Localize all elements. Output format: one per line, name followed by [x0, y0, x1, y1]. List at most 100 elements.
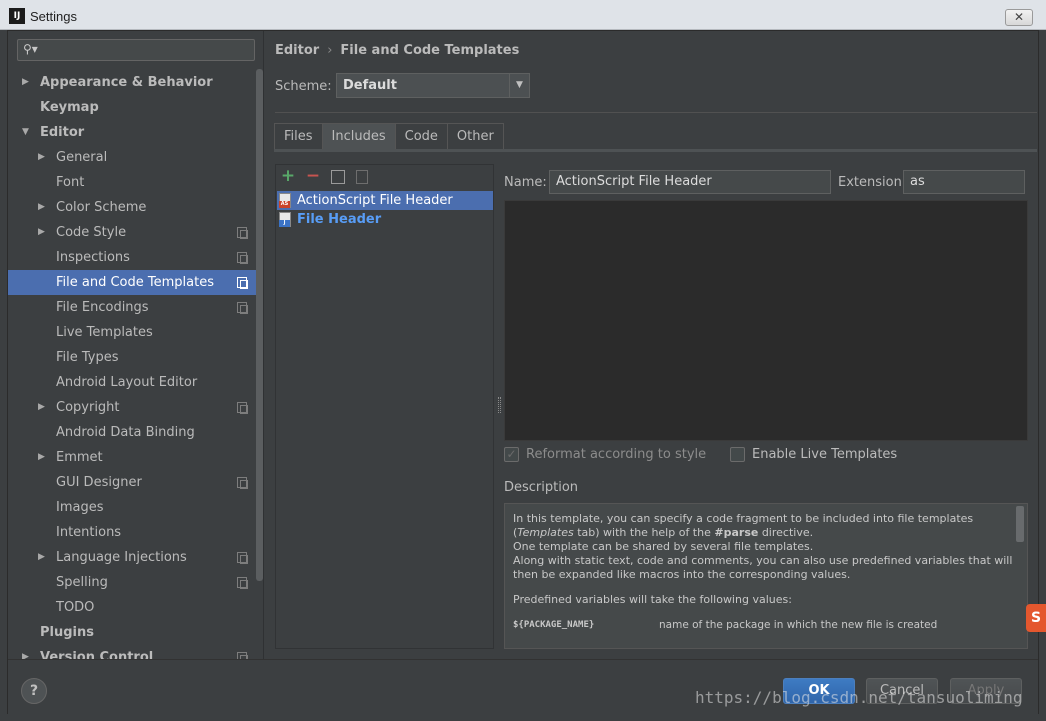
sidebar-item[interactable]: GUI Designer: [8, 470, 256, 495]
sidebar-item-label: Android Layout Editor: [56, 375, 198, 390]
settings-content: Editor › File and Code Templates Scheme: D…: [266, 31, 1038, 659]
sidebar-item-label: TODO: [56, 600, 95, 615]
intellij-app-icon: IJ: [9, 8, 25, 24]
sidebar-item-label: General: [56, 150, 108, 165]
settings-sidebar: ⚲▾ ▶ Appearance & Behavior Keymap ▼ Editor ▶ G…: [8, 31, 264, 659]
tab-includes[interactable]: Includes: [321, 123, 396, 150]
remove-template-button[interactable]: −: [304, 168, 322, 186]
extension-label: Extension:: [838, 175, 907, 190]
sidebar-item-label: Color Scheme: [56, 200, 147, 215]
templates-toolbar: + −: [276, 165, 493, 189]
template-code-editor[interactable]: [504, 200, 1028, 441]
sidebar-item-label: Keymap: [40, 100, 99, 115]
project-copy-icon: [237, 227, 248, 239]
sidebar-item[interactable]: Keymap: [8, 95, 256, 120]
corner-badge: S: [1026, 604, 1046, 632]
description-text: One template can be shared by several fi…: [513, 540, 814, 553]
help-button[interactable]: ?: [21, 678, 47, 704]
splitter-handle[interactable]: [498, 397, 501, 413]
expand-right-icon[interactable]: ▶: [38, 220, 50, 245]
sidebar-item[interactable]: ▶ Appearance & Behavior: [8, 70, 256, 95]
sidebar-item-label: Live Templates: [56, 325, 153, 340]
sidebar-item[interactable]: Plugins: [8, 620, 256, 645]
sidebar-item[interactable]: ▶ Language Injections: [8, 545, 256, 570]
expand-right-icon[interactable]: ▶: [22, 645, 34, 659]
template-label: ActionScript File Header: [297, 193, 453, 208]
copy-template-icon[interactable]: [331, 170, 345, 184]
scheme-dropdown[interactable]: Default ▼: [336, 73, 530, 98]
description-italic: Templates: [517, 526, 574, 539]
search-icon: ⚲▾: [23, 42, 38, 56]
tab-other[interactable]: Other: [446, 123, 504, 150]
sidebar-item[interactable]: Inspections: [8, 245, 256, 270]
sidebar-item[interactable]: ▶ General: [8, 145, 256, 170]
close-window-button[interactable]: ✕: [1005, 9, 1033, 26]
sidebar-item-label: Version Control: [40, 650, 154, 659]
settings-tree: ▶ Appearance & Behavior Keymap ▼ Editor ▶ Gene…: [8, 70, 256, 659]
tab-files[interactable]: Files: [274, 123, 323, 150]
breadcrumb-separator: ›: [327, 43, 333, 58]
description-paragraph-1: In this template, you can specify a code…: [513, 512, 1015, 582]
window-title: Settings: [30, 9, 77, 24]
template-list-item[interactable]: J File Header: [277, 210, 493, 229]
expand-right-icon[interactable]: ▶: [38, 445, 50, 470]
settings-search-input[interactable]: ⚲▾: [17, 39, 255, 61]
sidebar-item[interactable]: ▶ Copyright: [8, 395, 256, 420]
sidebar-item-label: Images: [56, 500, 104, 515]
sidebar-item-label: Copyright: [56, 400, 120, 415]
scheme-value: Default: [343, 78, 397, 93]
sidebar-item[interactable]: Android Data Binding: [8, 420, 256, 445]
file-template-icon: J: [279, 212, 291, 227]
scheme-label: Scheme:: [275, 79, 332, 94]
description-bold: #parse: [714, 526, 759, 539]
divider: [275, 112, 1037, 113]
add-template-button[interactable]: +: [279, 168, 297, 186]
sidebar-item[interactable]: ▶ Emmet: [8, 445, 256, 470]
expand-right-icon[interactable]: ▶: [38, 545, 50, 570]
sidebar-item[interactable]: Font: [8, 170, 256, 195]
sidebar-item-label: Editor: [40, 125, 85, 140]
sidebar-item[interactable]: ▶ Version Control: [8, 645, 256, 659]
sidebar-item[interactable]: Android Layout Editor: [8, 370, 256, 395]
template-label: File Header: [297, 212, 382, 227]
template-list-item[interactable]: AS ActionScript File Header: [277, 191, 493, 210]
expand-right-icon[interactable]: ▶: [38, 395, 50, 420]
sidebar-scrollbar[interactable]: [256, 69, 263, 581]
sidebar-item[interactable]: TODO: [8, 595, 256, 620]
expand-right-icon[interactable]: ▶: [38, 145, 50, 170]
sidebar-item-label: File Encodings: [56, 300, 149, 315]
expand-right-icon[interactable]: ▶: [22, 70, 34, 95]
sidebar-item[interactable]: Live Templates: [8, 320, 256, 345]
expand-down-icon[interactable]: ▼: [22, 120, 34, 145]
sidebar-item-label: Inspections: [56, 250, 130, 265]
reset-template-icon[interactable]: [356, 170, 368, 184]
description-text: tab) with the help of the: [573, 526, 715, 539]
sidebar-item[interactable]: ▶ Color Scheme: [8, 195, 256, 220]
description-scrollbar[interactable]: [1016, 506, 1024, 542]
expand-right-icon[interactable]: ▶: [38, 195, 50, 220]
file-type-badge: J: [279, 220, 290, 227]
project-copy-icon: [237, 577, 248, 589]
tab-underline: [274, 149, 1037, 152]
sidebar-item[interactable]: Intentions: [8, 520, 256, 545]
checkbox-box: [730, 447, 745, 462]
sidebar-item[interactable]: Images: [8, 495, 256, 520]
chevron-down-icon: ▼: [509, 74, 529, 97]
sidebar-item-label: File Types: [56, 350, 119, 365]
sidebar-item-label: GUI Designer: [56, 475, 142, 490]
sidebar-item[interactable]: Spelling: [8, 570, 256, 595]
breadcrumb: Editor › File and Code Templates: [275, 43, 519, 58]
file-template-icon: AS: [279, 193, 291, 208]
sidebar-item[interactable]: ▼ Editor: [8, 120, 256, 145]
project-copy-icon: [237, 652, 248, 659]
template-extension-input[interactable]: as: [903, 170, 1025, 194]
description-panel: In this template, you can specify a code…: [504, 503, 1028, 649]
sidebar-item[interactable]: File and Code Templates: [8, 270, 256, 295]
sidebar-item-label: Emmet: [56, 450, 103, 465]
tab-code[interactable]: Code: [394, 123, 448, 150]
sidebar-item[interactable]: File Encodings: [8, 295, 256, 320]
sidebar-item[interactable]: ▶ Code Style: [8, 220, 256, 245]
sidebar-item-label: Language Injections: [56, 550, 187, 565]
sidebar-item[interactable]: File Types: [8, 345, 256, 370]
template-name-input[interactable]: ActionScript File Header: [549, 170, 831, 194]
